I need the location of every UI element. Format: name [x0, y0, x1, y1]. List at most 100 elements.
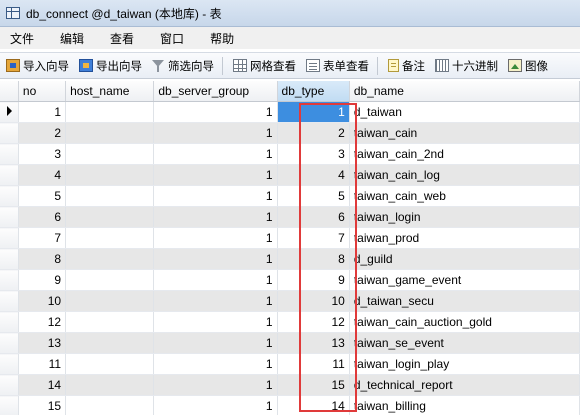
column-header-db-server-group[interactable]: db_server_group: [153, 81, 278, 102]
cell-host-name[interactable]: [65, 332, 155, 354]
cell-no[interactable]: 6: [18, 206, 67, 228]
cell-no[interactable]: 3: [18, 143, 67, 165]
cell-no[interactable]: 4: [18, 164, 67, 186]
cell-db-type[interactable]: 6: [277, 206, 350, 228]
cell-db-type[interactable]: 4: [277, 164, 350, 186]
cell-host-name[interactable]: [65, 374, 155, 396]
cell-host-name[interactable]: [65, 164, 155, 186]
row-indicator[interactable]: [0, 206, 19, 228]
cell-no[interactable]: 5: [18, 185, 67, 207]
cell-db-server-group[interactable]: 1: [153, 290, 278, 312]
cell-db-type[interactable]: 3: [277, 143, 350, 165]
column-header-db-type[interactable]: db_type: [277, 81, 350, 102]
cell-host-name[interactable]: [65, 185, 155, 207]
cell-db-name[interactable]: taiwan_cain: [349, 122, 580, 144]
cell-host-name[interactable]: [65, 101, 155, 123]
cell-db-name[interactable]: taiwan_cain_web: [349, 185, 580, 207]
cell-db-server-group[interactable]: 1: [153, 206, 278, 228]
cell-no[interactable]: 7: [18, 227, 67, 249]
cell-no[interactable]: 9: [18, 269, 67, 291]
table-row[interactable]: 4 1 4 taiwan_cain_log: [0, 164, 580, 186]
grid-view-button[interactable]: 网格查看: [233, 58, 296, 74]
cell-db-type[interactable]: 2: [277, 122, 350, 144]
cell-db-type[interactable]: 1: [277, 101, 350, 123]
cell-db-server-group[interactable]: 1: [153, 395, 278, 415]
cell-db-server-group[interactable]: 1: [153, 269, 278, 291]
column-header-host-name[interactable]: host_name: [65, 81, 155, 102]
cell-db-server-group[interactable]: 1: [153, 311, 278, 333]
row-indicator[interactable]: [0, 185, 19, 207]
cell-host-name[interactable]: [65, 290, 155, 312]
cell-db-server-group[interactable]: 1: [153, 374, 278, 396]
cell-host-name[interactable]: [65, 122, 155, 144]
cell-db-name[interactable]: d_technical_report: [349, 374, 580, 396]
menu-window[interactable]: 窗口: [150, 30, 192, 47]
cell-host-name[interactable]: [65, 206, 155, 228]
row-indicator[interactable]: [0, 227, 19, 249]
cell-host-name[interactable]: [65, 395, 155, 415]
row-indicator[interactable]: [0, 143, 19, 165]
table-row[interactable]: 11 1 11 taiwan_login_play: [0, 353, 580, 375]
cell-db-server-group[interactable]: 1: [153, 353, 278, 375]
cell-db-server-group[interactable]: 1: [153, 164, 278, 186]
cell-db-type[interactable]: 15: [277, 374, 350, 396]
cell-db-server-group[interactable]: 1: [153, 332, 278, 354]
cell-db-name[interactable]: taiwan_se_event: [349, 332, 580, 354]
table-row[interactable]: 1 1 1 d_taiwan: [0, 101, 580, 123]
cell-no[interactable]: 1: [18, 101, 67, 123]
cell-no[interactable]: 12: [18, 311, 67, 333]
menu-view[interactable]: 查看: [100, 30, 142, 47]
cell-db-name[interactable]: d_guild: [349, 248, 580, 270]
cell-db-name[interactable]: d_taiwan_secu: [349, 290, 580, 312]
form-view-button[interactable]: 表单查看: [306, 58, 369, 74]
cell-host-name[interactable]: [65, 353, 155, 375]
cell-db-name[interactable]: taiwan_prod: [349, 227, 580, 249]
cell-db-type[interactable]: 13: [277, 332, 350, 354]
table-row[interactable]: 5 1 5 taiwan_cain_web: [0, 185, 580, 207]
cell-db-type[interactable]: 5: [277, 185, 350, 207]
table-row[interactable]: 2 1 2 taiwan_cain: [0, 122, 580, 144]
row-indicator[interactable]: [0, 395, 19, 415]
row-indicator[interactable]: [0, 311, 19, 333]
cell-db-name[interactable]: taiwan_cain_2nd: [349, 143, 580, 165]
table-row[interactable]: 7 1 7 taiwan_prod: [0, 227, 580, 249]
cell-host-name[interactable]: [65, 227, 155, 249]
table-row[interactable]: 12 1 12 taiwan_cain_auction_gold: [0, 311, 580, 333]
table-row[interactable]: 3 1 3 taiwan_cain_2nd: [0, 143, 580, 165]
cell-db-name[interactable]: taiwan_login_play: [349, 353, 580, 375]
memo-button[interactable]: 备注: [388, 58, 425, 74]
table-row[interactable]: 6 1 6 taiwan_login: [0, 206, 580, 228]
cell-no[interactable]: 2: [18, 122, 67, 144]
filter-wizard-button[interactable]: 筛选向导: [152, 58, 214, 74]
row-indicator[interactable]: [0, 374, 19, 396]
cell-db-type[interactable]: 7: [277, 227, 350, 249]
cell-no[interactable]: 11: [18, 353, 67, 375]
menu-file[interactable]: 文件: [0, 30, 42, 47]
cell-db-name[interactable]: taiwan_login: [349, 206, 580, 228]
row-indicator[interactable]: [0, 122, 19, 144]
menu-help[interactable]: 帮助: [200, 30, 242, 47]
import-wizard-button[interactable]: 导入向导: [6, 58, 69, 74]
export-wizard-button[interactable]: 导出向导: [79, 58, 142, 74]
cell-db-server-group[interactable]: 1: [153, 248, 278, 270]
row-indicator[interactable]: [0, 269, 19, 291]
cell-host-name[interactable]: [65, 143, 155, 165]
cell-db-name[interactable]: taiwan_game_event: [349, 269, 580, 291]
row-indicator[interactable]: [0, 290, 19, 312]
cell-no[interactable]: 10: [18, 290, 67, 312]
table-row[interactable]: 13 1 13 taiwan_se_event: [0, 332, 580, 354]
cell-no[interactable]: 13: [18, 332, 67, 354]
cell-db-server-group[interactable]: 1: [153, 101, 278, 123]
cell-db-type[interactable]: 8: [277, 248, 350, 270]
cell-db-name[interactable]: taiwan_billing: [349, 395, 580, 415]
row-indicator[interactable]: [0, 332, 19, 354]
column-header-no[interactable]: no: [18, 81, 67, 102]
cell-db-type[interactable]: 9: [277, 269, 350, 291]
row-indicator[interactable]: [0, 248, 19, 270]
table-row[interactable]: 8 1 8 d_guild: [0, 248, 580, 270]
cell-db-name[interactable]: d_taiwan: [349, 101, 580, 123]
image-button[interactable]: 图像: [508, 58, 548, 74]
row-indicator[interactable]: [0, 101, 19, 123]
cell-db-type[interactable]: 12: [277, 311, 350, 333]
table-row[interactable]: 9 1 9 taiwan_game_event: [0, 269, 580, 291]
